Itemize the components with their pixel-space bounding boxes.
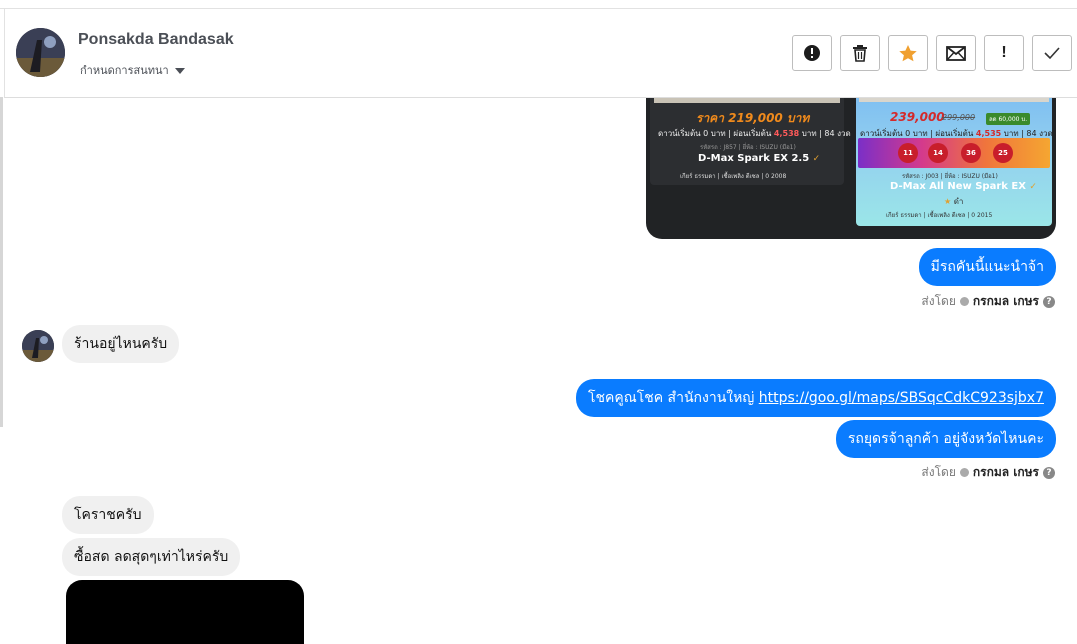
contact-name[interactable]: Ponsakda Bandasak [78,31,234,49]
sent-by-prefix: ส่งโดย [921,465,956,479]
envelope-icon [946,45,966,61]
car-model: D-Max Spark EX 2.5 ✓ [698,153,821,164]
promo-date: 36 [961,143,981,163]
map-link[interactable]: https://goo.gl/maps/SBSqcCdkC923sjbx7 [759,390,1044,406]
car-price-old: 299,000 [942,113,976,122]
help-icon[interactable]: ? [1043,466,1055,479]
contact-avatar[interactable] [16,28,65,77]
shared-image-attachment[interactable]: ราคา 219,000 บาท ดาวน์เริ่มต้น 0 บาท | ผ… [646,78,1056,239]
car-specs: เกียร์ ธรรมดา | เชื้อเพลิง ดีเซล | 0 201… [886,212,993,219]
exclamation-icon: ! [1001,44,1007,61]
star-icon [899,44,917,61]
message-incoming[interactable]: ร้านอยู่ไหนครับ [62,325,180,363]
conversation-header: Ponsakda Bandasak กำหนดการสนทนา ! [4,9,1077,98]
caret-down-icon [174,67,185,74]
top-border [0,0,1077,9]
message-incoming[interactable]: ซื้อสด ลดสุดๆเท่าไหร่ครับ [62,538,241,576]
car-meta: รหัสรถ : J003 | ยี่ห้อ : ISUZU (มือ1) [902,173,998,180]
car-card-right: 239,000 299,000 ลด 60,000 บ. ดาวน์เริ่มต… [856,78,1053,226]
delete-button[interactable] [840,35,880,71]
promo-banner: 11 14 36 25 [858,138,1050,168]
email-button[interactable] [936,35,976,71]
message-outgoing[interactable]: มีรถคันนี้แนะนำจ้า [918,248,1056,286]
important-button[interactable]: ! [984,35,1024,71]
sent-by-label: ส่งโดย กรกมล เกษร ? [921,292,1055,311]
check-icon [1044,47,1060,60]
spam-button[interactable] [792,35,832,71]
car-specs: เกียร์ ธรรมดา | เชื้อเพลิง ดีเซล | 0 200… [680,173,787,180]
star-button[interactable] [888,35,928,71]
message-outgoing[interactable]: รถยุดรจ้าลูกค้า อยู่จังหวัดไหนคะ [835,420,1056,458]
car-price-new: 239,000 [890,110,945,124]
message-incoming[interactable]: โคราชครับ [62,496,154,534]
conversation-settings-label: กำหนดการสนทนา [80,64,169,77]
discount-badge: ลด 60,000 บ. [986,113,1031,125]
car-meta: รหัสรถ : J857 | ยี่ห้อ : ISUZU (มือ1) [700,144,796,151]
message-outgoing[interactable]: โชคคูณโชค สำนักงานใหญ่ https://goo.gl/ma… [575,379,1056,417]
car-model: D-Max All New Spark EX ✓ [890,181,1037,192]
sent-by-agent: กรกมล เกษร [972,294,1039,308]
sent-by-prefix: ส่งโดย [921,294,956,308]
promo-date: 11 [898,143,918,163]
promo-date: 25 [993,143,1013,163]
action-toolbar: ! [792,35,1072,71]
alert-circle-icon [804,45,820,61]
agent-icon [959,468,969,477]
incoming-image[interactable] [66,580,304,644]
contact-avatar[interactable] [22,330,54,362]
scroll-edge [0,97,3,427]
car-price: ราคา 219,000 บาท [696,111,810,125]
help-icon[interactable]: ? [1043,295,1055,308]
agent-icon [959,297,969,306]
promo-date: 14 [928,143,948,163]
sent-by-label: ส่งโดย กรกมล เกษร ? [921,463,1055,482]
done-button[interactable] [1032,35,1072,71]
conversation-panel: ราคา 219,000 บาท ดาวน์เริ่มต้น 0 บาท | ผ… [0,0,1077,644]
sent-by-agent: กรกมล เกษร [972,465,1039,479]
conversation-settings-dropdown[interactable]: กำหนดการสนทนา [80,61,185,79]
trash-icon [853,45,867,62]
car-sub: ★ ดำ [944,197,964,206]
car-terms: ดาวน์เริ่มต้น 0 บาท | ผ่อนเริ่มต้น 4,538… [658,129,851,138]
message-text: โชคคูณโชค สำนักงานใหญ่ [587,390,755,406]
